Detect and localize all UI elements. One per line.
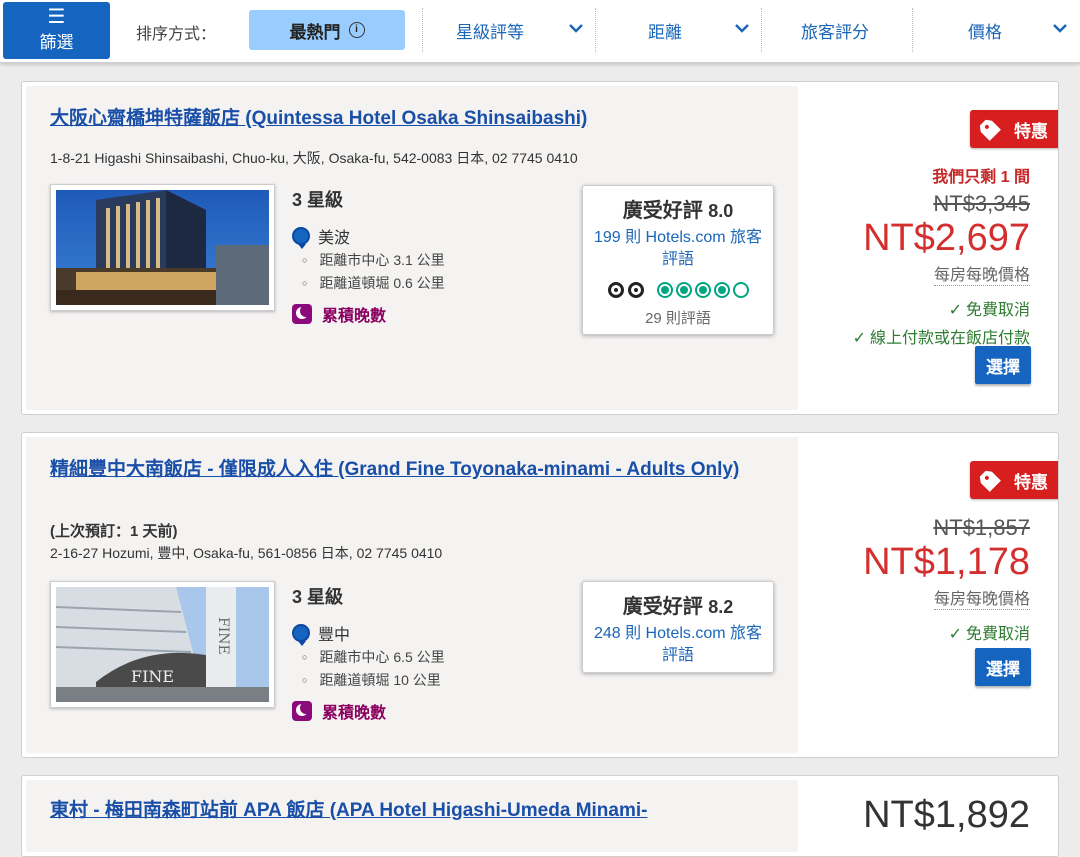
svg-text:FINE: FINE xyxy=(131,667,174,686)
review-count-link[interactable]: 248 則 Hotels.com 旅客評語 xyxy=(583,623,773,667)
hotel-name-link[interactable]: 東村 - 梅田南森町站前 APA 飯店 (APA Hotel Higashi-U… xyxy=(50,799,810,822)
deal-label: 特惠 xyxy=(1014,472,1048,492)
rewards-badge: 累積晚數 xyxy=(292,302,386,326)
info-icon[interactable]: i xyxy=(348,22,365,38)
price-block: 我們只剩 1 間 NT$3,345 NT$2,697 每房每晚價格 免費取消 線… xyxy=(853,163,1030,348)
price-block: NT$1,857 NT$1,178 每房每晚價格 免費取消 xyxy=(863,515,1030,644)
menu-icon: ☰ xyxy=(47,6,66,28)
distance-item: 距離市中心 6.5 公里 xyxy=(302,647,444,667)
chevron-down-icon[interactable] xyxy=(1052,20,1068,36)
sort-option-price[interactable]: 價格 xyxy=(925,10,1045,50)
last-booked: (上次預訂：1 天前) xyxy=(50,523,178,540)
review-label: 廣受好評 xyxy=(622,596,703,618)
chevron-down-icon[interactable] xyxy=(734,20,750,36)
distance-item: 距離道頓堀 10 公里 xyxy=(302,670,440,690)
deal-tag: 特惠 xyxy=(970,461,1058,499)
hotel-area: 美波 xyxy=(292,224,350,248)
tripadvisor-count: 29 則評語 xyxy=(645,310,711,327)
filter-button[interactable]: ☰ 篩選 xyxy=(3,2,110,59)
rating-bubble-icon xyxy=(732,282,749,298)
sort-option-label: 最熱門 xyxy=(289,22,341,42)
hotel-address: 1-8-21 Higashi Shinsaibashi, Chuo-ku, 大阪… xyxy=(50,150,578,166)
rewards-moon-icon xyxy=(292,304,312,324)
rating-bubble-icon xyxy=(694,282,711,298)
hotel-card[interactable]: 東村 - 梅田南森町站前 APA 飯店 (APA Hotel Higashi-U… xyxy=(21,775,1059,857)
sort-bar: ☰ 篩選 排序方式： 最熱門 i 星級評等 距離 旅客評分 價格 xyxy=(0,0,1080,63)
hotel-building-photo xyxy=(56,190,269,305)
hotel-card[interactable]: 精細豐中大南飯店 - 僅限成人入住 (Grand Fine Toyonaka-m… xyxy=(21,432,1059,758)
hotel-area: 豐中 xyxy=(292,621,350,645)
tripadvisor-rating xyxy=(583,279,773,301)
old-price: NT$3,345 xyxy=(933,191,1030,216)
hotel-name-link[interactable]: 大阪心齋橋坤特薩飯店 (Quintessa Hotel Osaka Shinsa… xyxy=(50,107,750,130)
tag-icon xyxy=(977,468,1001,492)
divider xyxy=(422,8,423,52)
sort-option-popular[interactable]: 最熱門 i xyxy=(249,10,405,50)
hotel-address: 2-16-27 Hozumi, 豐中, Osaka-fu, 561-0856 日… xyxy=(50,545,443,561)
map-pin-icon xyxy=(292,624,310,642)
rewards-label: 累積晚數 xyxy=(322,308,387,325)
sort-option-label: 星級評等 xyxy=(456,22,524,42)
sort-label: 排序方式： xyxy=(136,26,217,43)
deal-label: 特惠 xyxy=(1014,121,1048,141)
hotel-card[interactable]: 大阪心齋橋坤特薩飯店 (Quintessa Hotel Osaka Shinsa… xyxy=(21,81,1059,415)
review-box: 廣受好評 8.0 199 則 Hotels.com 旅客評語 29 則評語 xyxy=(582,185,774,335)
review-label: 廣受好評 xyxy=(622,200,703,222)
star-rating: 3 星級 xyxy=(292,587,344,607)
rewards-label: 累積晚數 xyxy=(322,705,387,722)
current-price: NT$2,697 xyxy=(863,217,1030,259)
hotel-building-photo: FINE FINE xyxy=(56,587,269,702)
distance-item: 距離市中心 3.1 公里 xyxy=(302,250,444,270)
rating-bubble-icon xyxy=(675,282,692,298)
rooms-left: 我們只剩 1 間 xyxy=(932,169,1030,186)
review-summary: 廣受好評 8.0 xyxy=(583,194,773,223)
filter-button-label: 篩選 xyxy=(39,33,74,52)
rewards-badge: 累積晚數 xyxy=(292,699,386,723)
svg-text:FINE: FINE xyxy=(215,617,231,655)
area-label: 豐中 xyxy=(318,627,351,644)
review-summary: 廣受好評 8.2 xyxy=(583,590,773,619)
map-pin-icon xyxy=(292,227,310,245)
rating-bubble-icon xyxy=(656,282,673,298)
select-button[interactable]: 選擇 xyxy=(975,648,1031,686)
deal-tag: 特惠 xyxy=(970,110,1058,148)
review-box: 廣受好評 8.2 248 則 Hotels.com 旅客評語 xyxy=(582,581,774,673)
sort-option-star-rating[interactable]: 星級評等 xyxy=(430,10,550,50)
divider xyxy=(595,8,596,52)
divider xyxy=(912,8,913,52)
old-price: NT$1,857 xyxy=(933,515,1030,540)
sort-option-guest-rating[interactable]: 旅客評分 xyxy=(770,10,900,50)
chevron-down-icon[interactable] xyxy=(568,20,584,36)
area-label: 美波 xyxy=(318,230,351,247)
sort-option-distance[interactable]: 距離 xyxy=(605,10,725,50)
select-button[interactable]: 選擇 xyxy=(975,346,1031,384)
review-score: 8.0 xyxy=(708,201,734,221)
tag-icon xyxy=(977,117,1001,141)
distance-item: 距離道頓堀 0.6 公里 xyxy=(302,273,444,293)
rating-bubble-icon xyxy=(713,282,730,298)
per-night-label: 每房每晚價格 xyxy=(933,261,1030,286)
divider xyxy=(761,8,762,52)
review-score: 8.2 xyxy=(708,597,734,617)
per-night-label: 每房每晚價格 xyxy=(933,585,1030,610)
hotel-name-link[interactable]: 精細豐中大南飯店 - 僅限成人入住 (Grand Fine Toyonaka-m… xyxy=(50,458,750,481)
sort-option-label: 價格 xyxy=(968,22,1002,42)
review-count-link[interactable]: 199 則 Hotels.com 旅客評語 xyxy=(583,227,773,271)
current-price: NT$1,892 xyxy=(863,794,1030,836)
perk-item: 免費取消 xyxy=(853,296,1030,320)
sort-option-label: 旅客評分 xyxy=(801,22,869,42)
current-price: NT$1,178 xyxy=(863,541,1030,583)
hotel-photo[interactable]: FINE FINE xyxy=(50,581,275,708)
star-rating: 3 星級 xyxy=(292,190,344,210)
perk-item: 線上付款或在飯店付款 xyxy=(853,324,1030,348)
tripadvisor-owl-icon xyxy=(607,279,648,301)
rewards-moon-icon xyxy=(292,701,312,721)
hotel-photo[interactable] xyxy=(50,184,275,311)
perk-item: 免費取消 xyxy=(863,620,1030,644)
price-block: NT$1,892 xyxy=(863,794,1030,836)
sort-option-label: 距離 xyxy=(648,22,682,42)
